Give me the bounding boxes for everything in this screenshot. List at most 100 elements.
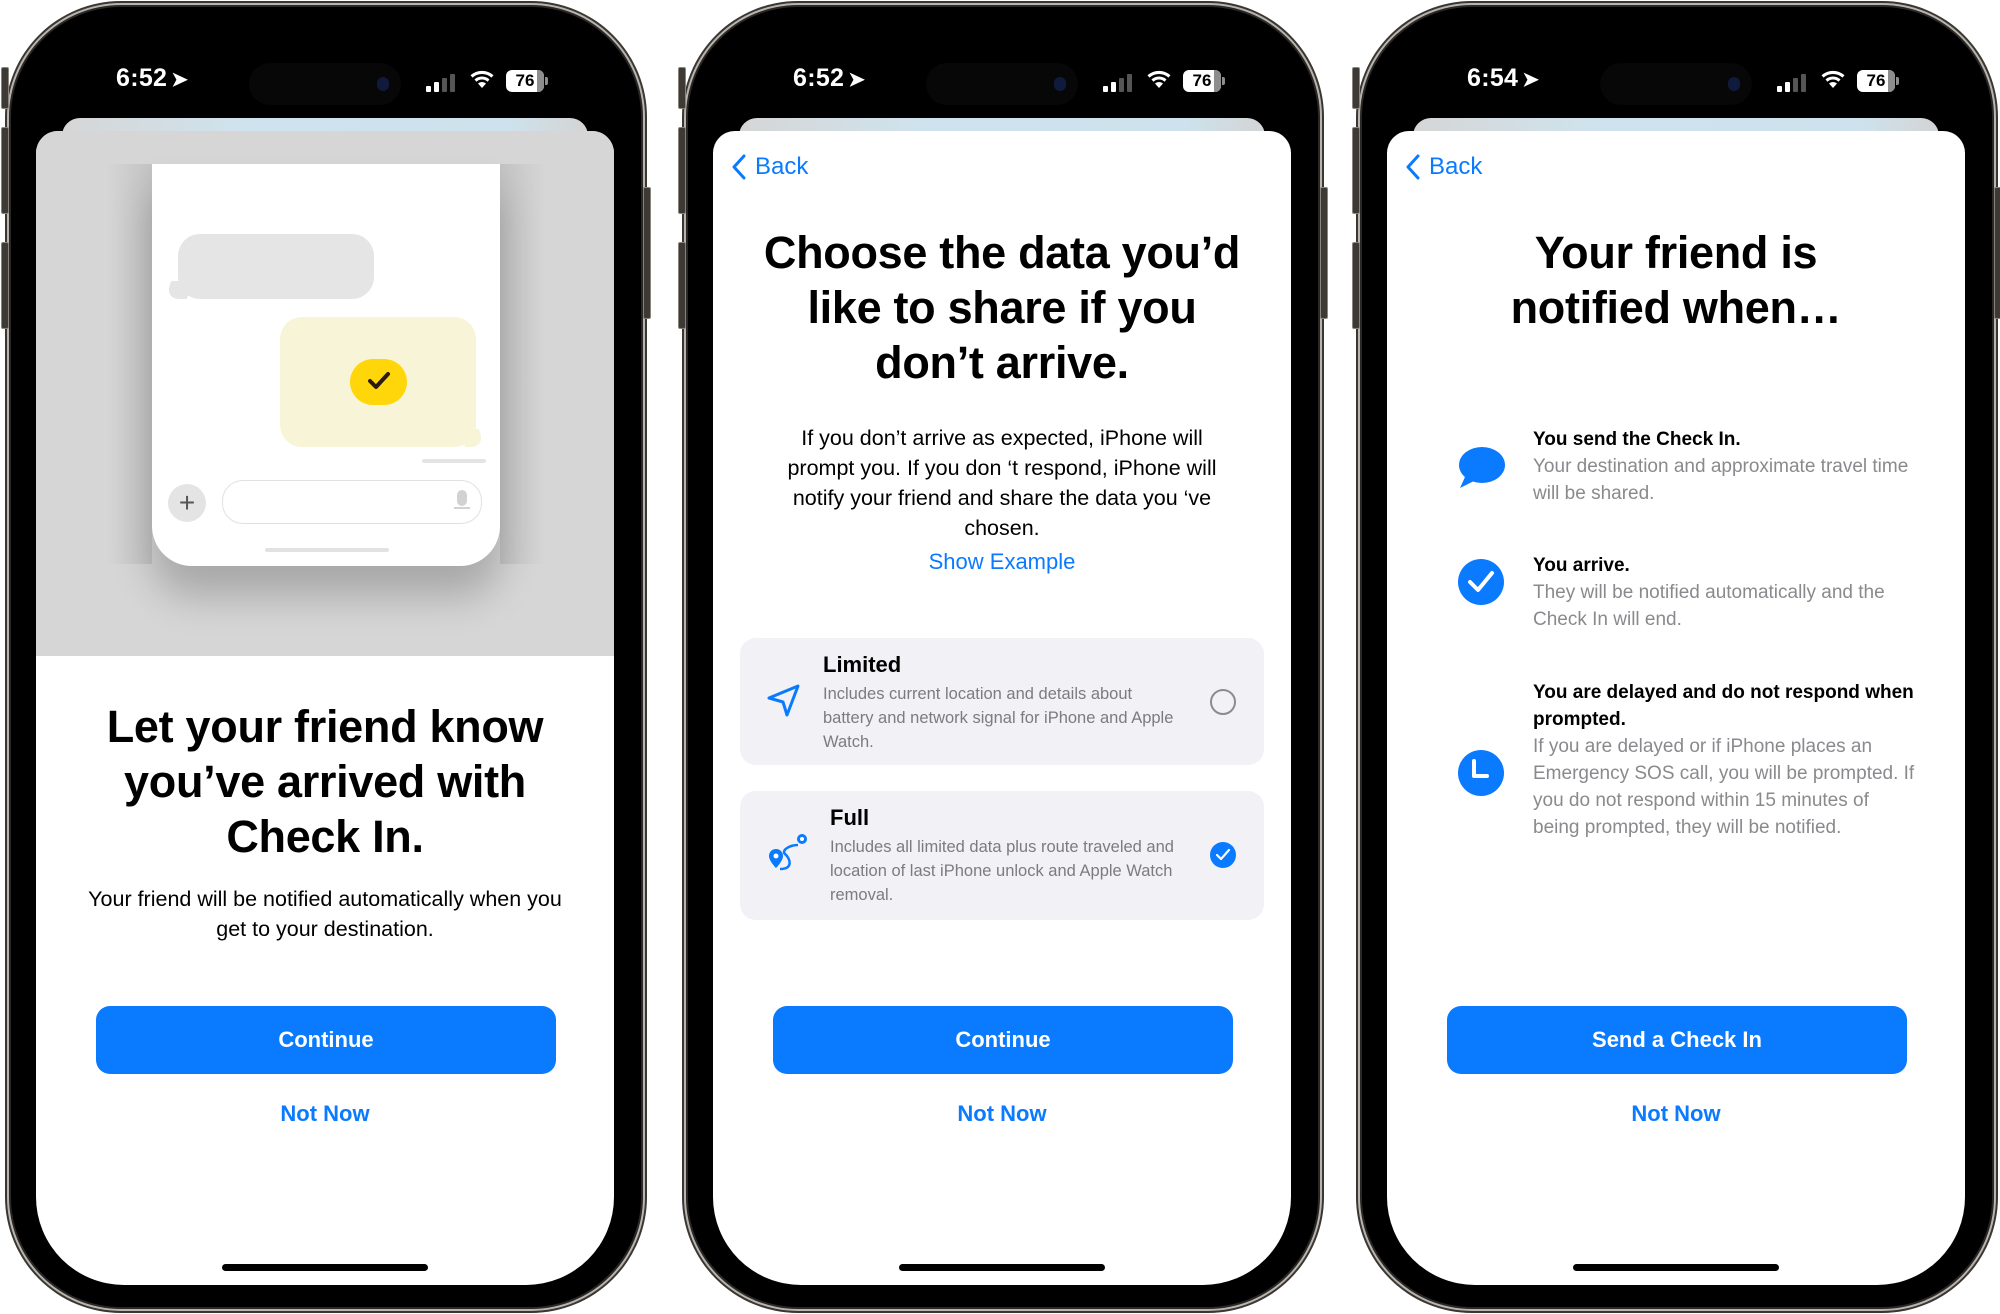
dynamic-island [249,63,401,105]
battery-tip [545,77,548,85]
side-button [1994,187,2000,319]
continue-button[interactable]: Continue [96,1006,556,1074]
notify-item-title: You are delayed and do not respond when … [1533,682,1914,730]
option-title: Limited [823,652,902,677]
camera-icon [1728,77,1740,91]
notify-item-description: They will be notified automatically and … [1533,582,1885,630]
battery-tip [1896,77,1899,85]
battery-indicator: 76 [506,70,544,92]
side-button [1320,187,1328,319]
action-button [1,67,9,109]
volume-up-button [1,127,9,214]
illustration-home-indicator [265,548,389,552]
option-full[interactable]: Full Includes all limited data plus rout… [740,791,1264,920]
battery-level: 76 [515,71,535,90]
clock-icon [1458,750,1504,796]
home-indicator[interactable] [222,1264,428,1271]
phone-1: 6:52 ➤ 76 + Let your friend know you’ve … [1,7,651,1307]
screen: 6:54 ➤ 76 Back Your friend is notified wh… [1387,32,1965,1285]
screen: 6:52 ➤ 76 Back Choose the data you’d like… [713,32,1291,1285]
action-button [1352,67,1360,109]
location-arrow-icon: ➤ [171,69,189,91]
route-icon [769,834,807,871]
send-check-in-button[interactable]: Send a Check In [1447,1006,1907,1074]
status-time: 6:52 ➤ [793,64,865,93]
illustration: + [36,131,614,656]
battery-tip [1222,77,1225,85]
dynamic-island [926,63,1078,105]
wifi-icon [1821,70,1845,88]
location-arrow-icon [767,684,800,717]
page-title: Your friend is notified when… [1510,227,1842,333]
location-arrow-icon: ➤ [1522,69,1540,91]
back-label: Back [1429,153,1483,180]
dynamic-island [1600,63,1752,105]
radio-selected[interactable] [1210,842,1236,868]
notify-item-arrive: You arrive. They will be notified automa… [1457,552,1915,632]
page-title: Choose the data you’d like to share if y… [763,227,1241,388]
page-description: Your friend will be notified automatical… [88,887,562,941]
not-now-button[interactable]: Not Now [36,1101,614,1127]
notify-item-delayed: You are delayed and do not respond when … [1457,679,1915,869]
battery-level: 76 [1866,71,1886,90]
home-indicator[interactable] [1573,1264,1779,1271]
not-now-button[interactable]: Not Now [713,1101,1291,1127]
camera-icon [377,77,389,91]
time-text: 6:52 [116,64,168,92]
message-input [222,480,482,524]
phone-2: 6:52 ➤ 76 Back Choose the data you’d like… [678,7,1328,1307]
battery-level: 76 [1192,71,1212,90]
show-example-link[interactable]: Show Example [713,549,1291,575]
option-description: Includes current location and details ab… [823,685,1174,751]
location-arrow-icon: ➤ [848,69,866,91]
checkmark-circle-icon [1458,559,1504,605]
checkmark-icon [1215,848,1231,861]
status-time: 6:54 ➤ [1467,64,1539,93]
check-in-message-bubble [280,317,476,447]
home-indicator[interactable] [899,1264,1105,1271]
illustration-shadow-right [500,164,546,564]
volume-up-button [678,127,686,214]
not-now-button[interactable]: Not Now [1387,1101,1965,1127]
volume-up-button [1352,127,1360,214]
chevron-left-icon [1406,154,1420,180]
notify-item-title: You arrive. [1533,555,1630,576]
notify-item-description: Your destination and approximate travel … [1533,456,1909,504]
illustration-phone: + [152,164,500,566]
time-text: 6:52 [793,64,845,92]
cellular-signal-icon [1777,74,1807,92]
notify-item-title: You send the Check In. [1533,429,1741,450]
notify-item-send: You send the Check In. Your destination … [1457,426,1915,506]
action-button [678,67,686,109]
message-bubble-icon [1459,447,1505,488]
camera-icon [1054,77,1066,91]
illustration-shadow-left [106,164,152,564]
microphone-icon [454,490,470,509]
option-title: Full [830,805,870,830]
cellular-signal-icon [426,74,456,92]
continue-button[interactable]: Continue [773,1006,1233,1074]
notify-item-description: If you are delayed or if iPhone places a… [1533,736,1915,838]
wifi-icon [1147,70,1171,88]
cellular-signal-icon [1103,74,1133,92]
back-button[interactable]: Back [1405,153,1482,181]
yellow-checkmark-icon [350,359,407,405]
back-button[interactable]: Back [731,153,808,181]
status-time: 6:52 ➤ [116,64,188,93]
volume-down-button [1,242,9,329]
option-description: Includes all limited data plus route tra… [830,838,1174,904]
option-limited[interactable]: Limited Includes current location and de… [740,638,1264,765]
page-description: If you don’t arrive as expected, iPhone … [787,426,1217,540]
delivered-status [422,459,486,463]
battery-indicator: 76 [1183,70,1221,92]
phone-3: 6:54 ➤ 76 Back Your friend is notified wh… [1352,7,2000,1307]
side-button [643,187,651,319]
volume-down-button [678,242,686,329]
plus-icon: + [168,484,206,522]
volume-down-button [1352,242,1360,329]
battery-indicator: 76 [1857,70,1895,92]
time-text: 6:54 [1467,64,1519,92]
radio-unselected[interactable] [1210,689,1236,715]
received-message-bubble [178,234,374,299]
screen: 6:52 ➤ 76 + Let your friend know you’ve … [36,32,614,1285]
